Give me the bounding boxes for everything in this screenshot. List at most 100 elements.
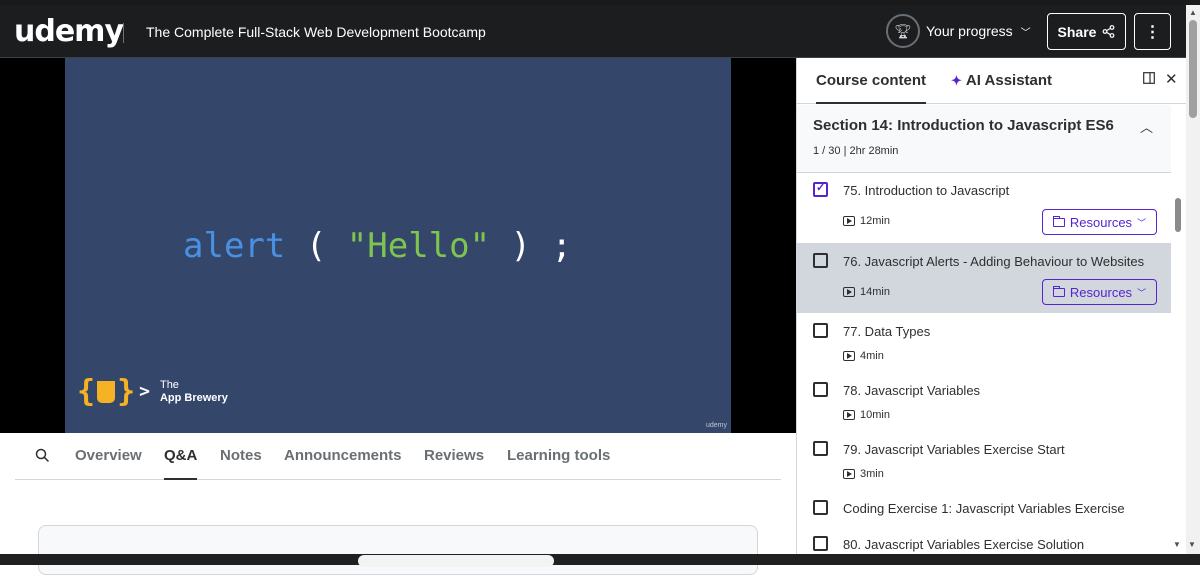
resources-button[interactable]: Resources ﹀ bbox=[1042, 209, 1157, 235]
more-icon: ⋮ bbox=[1144, 23, 1161, 41]
lecture-item-current[interactable]: 76. Javascript Alerts - Adding Behaviour… bbox=[797, 243, 1171, 313]
chevron-down-icon: ﹀ bbox=[1137, 217, 1147, 228]
lecture-title: 76. Javascript Alerts - Adding Behaviour… bbox=[843, 254, 1145, 269]
lecture-meta: 14min bbox=[843, 286, 890, 298]
code-open: ( bbox=[285, 226, 347, 266]
app-brewery-logo: { } > The App Brewery bbox=[77, 374, 228, 409]
lecture-meta: 4min bbox=[843, 350, 884, 362]
lecture-meta: 12min bbox=[843, 215, 890, 227]
video-icon bbox=[843, 410, 855, 420]
lecture-title: 79. Javascript Variables Exercise Start bbox=[843, 442, 1065, 457]
video-icon bbox=[843, 287, 855, 297]
scrollbar-thumb[interactable] bbox=[1189, 20, 1197, 118]
video-player[interactable]: alert ( "Hello" ) ; { } > The App Brewer… bbox=[0, 58, 796, 433]
lecture-checkbox[interactable] bbox=[813, 253, 828, 268]
progress-label: Your progress bbox=[926, 23, 1013, 39]
lecture-checkbox[interactable] bbox=[813, 500, 828, 515]
chevron-down-icon: ﹀ bbox=[1137, 287, 1147, 298]
section-title: Section 14: Introduction to Javascript E… bbox=[813, 117, 1114, 134]
resources-label: Resources bbox=[1069, 284, 1133, 300]
lecture-item[interactable]: 79. Javascript Variables Exercise Start … bbox=[797, 431, 1171, 490]
udemy-watermark: udemy bbox=[705, 422, 727, 429]
resources-label: Resources bbox=[1069, 214, 1133, 230]
chevron-up-icon: ︿ bbox=[1140, 120, 1154, 135]
lecture-duration: 4min bbox=[860, 350, 884, 362]
close-icon[interactable]: ✕ bbox=[1165, 70, 1178, 88]
header-divider bbox=[123, 23, 124, 43]
share-icon bbox=[1103, 25, 1115, 38]
taskbar-search[interactable] bbox=[358, 555, 554, 567]
tab-notes[interactable]: Notes bbox=[220, 447, 262, 480]
udemy-logo[interactable]: udemy bbox=[14, 14, 124, 49]
lecture-item[interactable]: 75. Introduction to Javascript 12min Res… bbox=[797, 173, 1171, 243]
lecture-meta: 10min bbox=[843, 409, 890, 421]
lecture-title: 75. Introduction to Javascript bbox=[843, 183, 1010, 198]
qa-search-box[interactable] bbox=[38, 525, 758, 575]
lecture-meta: 3min bbox=[843, 468, 884, 480]
scroll-up-icon[interactable]: ▲ bbox=[1189, 8, 1197, 17]
resources-button[interactable]: Resources ﹀ bbox=[1042, 279, 1157, 305]
lecture-title: 80. Javascript Variables Exercise Soluti… bbox=[843, 537, 1085, 552]
sparkle-icon: ✦ bbox=[951, 73, 962, 88]
video-frame[interactable]: alert ( "Hello" ) ; { } > The App Brewer… bbox=[65, 58, 731, 433]
video-icon bbox=[843, 469, 855, 479]
tab-announcements[interactable]: Announcements bbox=[284, 447, 402, 480]
tab-overview[interactable]: Overview bbox=[75, 447, 142, 480]
expand-panel-icon[interactable] bbox=[1143, 72, 1155, 87]
ai-assistant-label: AI Assistant bbox=[965, 72, 1053, 89]
video-icon bbox=[843, 351, 855, 361]
lecture-item[interactable]: 78. Javascript Variables 10min bbox=[797, 372, 1171, 431]
tab-learning-tools[interactable]: Learning tools bbox=[507, 447, 610, 480]
tab-ai-assistant[interactable]: ✦ AI Assistant bbox=[951, 72, 1052, 89]
lecture-title: 77. Data Types bbox=[843, 324, 931, 339]
share-button[interactable]: Share bbox=[1047, 13, 1126, 50]
code-close: ) ; bbox=[490, 226, 572, 266]
lecture-duration: 14min bbox=[860, 286, 890, 298]
lecture-title: Coding Exercise 1: Javascript Variables … bbox=[843, 501, 1125, 516]
lecture-item[interactable]: 77. Data Types 4min bbox=[797, 313, 1171, 372]
brace-left-icon: { bbox=[77, 374, 96, 409]
more-options-button[interactable]: ⋮ bbox=[1134, 13, 1171, 50]
chevron-right-icon: > bbox=[139, 381, 150, 402]
code-string: "Hello" bbox=[346, 226, 491, 266]
tab-course-content[interactable]: Course content bbox=[816, 72, 927, 104]
lecture-duration: 12min bbox=[860, 215, 890, 227]
progress-button[interactable]: 🏆︎ Your progress ﹀ bbox=[886, 14, 1031, 48]
video-code-text: alert ( "Hello" ) ; bbox=[183, 226, 572, 266]
brand-text: The App Brewery bbox=[160, 379, 228, 405]
tab-qa[interactable]: Q&A bbox=[164, 447, 198, 480]
trophy-icon: 🏆︎ bbox=[886, 14, 920, 48]
lecture-title: 78. Javascript Variables bbox=[843, 383, 981, 398]
lecture-checkbox[interactable] bbox=[813, 536, 828, 551]
course-title[interactable]: The Complete Full-Stack Web Development … bbox=[146, 24, 486, 40]
lecture-checkbox[interactable] bbox=[813, 441, 828, 456]
os-taskbar bbox=[0, 554, 1200, 567]
chevron-down-icon: ﹀ bbox=[1020, 27, 1031, 39]
video-icon bbox=[843, 216, 855, 226]
tab-reviews[interactable]: Reviews bbox=[424, 447, 484, 480]
folder-icon bbox=[1052, 285, 1065, 297]
course-content-sidebar: Course content ✦ AI Assistant ✕ Section 1… bbox=[796, 58, 1187, 565]
search-icon[interactable] bbox=[35, 448, 50, 467]
cup-icon bbox=[97, 380, 116, 403]
folder-icon bbox=[1052, 215, 1065, 227]
code-keyword: alert bbox=[183, 226, 286, 266]
scroll-down-icon[interactable]: ▼ bbox=[1188, 540, 1196, 549]
lecture-tabs: Overview Q&A Notes Announcements Reviews… bbox=[15, 434, 781, 480]
lecture-duration: 10min bbox=[860, 409, 890, 421]
share-label: Share bbox=[1057, 23, 1097, 40]
sidebar-tabs: Course content ✦ AI Assistant ✕ bbox=[797, 58, 1187, 104]
lecture-checkbox[interactable] bbox=[813, 323, 828, 338]
lecture-item[interactable]: Coding Exercise 1: Javascript Variables … bbox=[797, 490, 1171, 526]
section-meta: 1 / 30 | 2hr 28min bbox=[813, 145, 899, 157]
brand-line-1: The bbox=[159, 378, 179, 391]
lecture-duration: 3min bbox=[860, 468, 884, 480]
lecture-checkbox[interactable] bbox=[813, 382, 828, 397]
brace-right-icon: } bbox=[117, 374, 136, 409]
sidebar-scroll-down-icon[interactable]: ▼ bbox=[1173, 540, 1181, 549]
page-scrollbar[interactable]: ▲ bbox=[1186, 5, 1200, 565]
brand-line-2: App Brewery bbox=[159, 391, 228, 404]
lecture-checkbox[interactable] bbox=[813, 181, 828, 197]
section-header[interactable]: Section 14: Introduction to Javascript E… bbox=[797, 105, 1171, 173]
sidebar-scrollbar-thumb[interactable] bbox=[1175, 198, 1181, 232]
